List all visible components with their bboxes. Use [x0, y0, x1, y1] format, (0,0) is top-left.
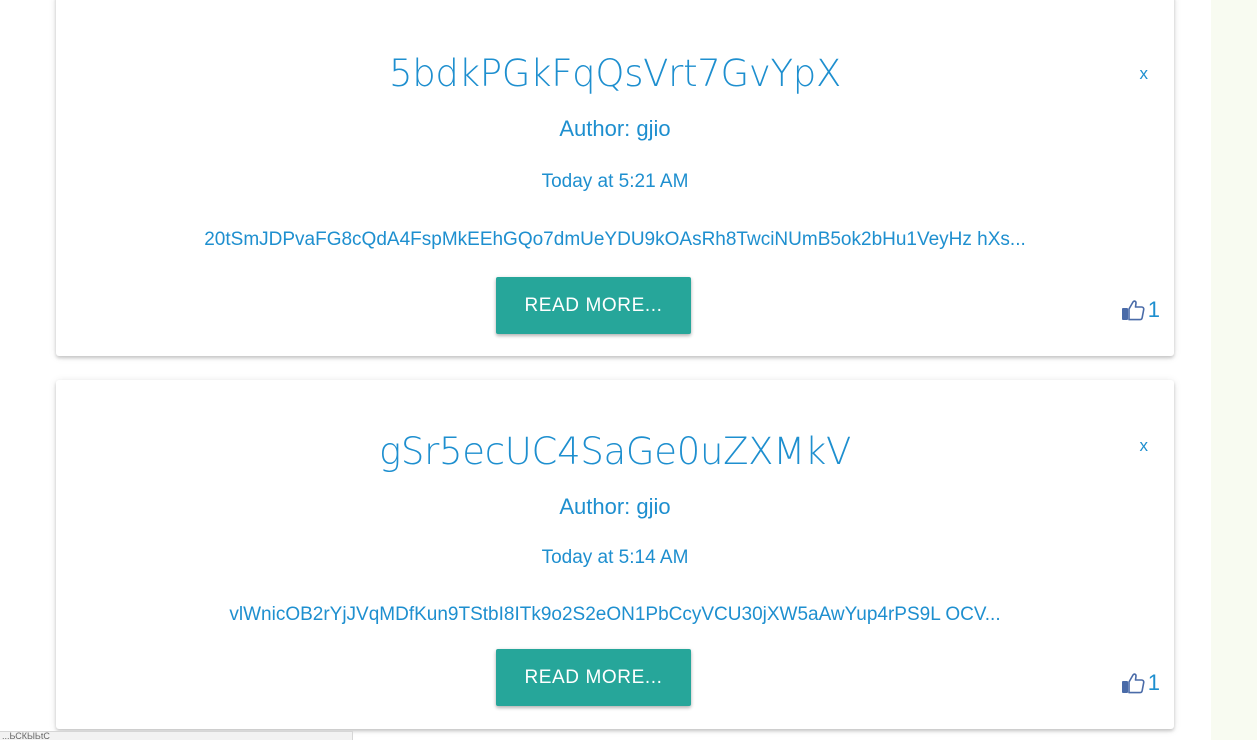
- thumbs-up-icon: [1121, 299, 1145, 321]
- delete-post-button[interactable]: x: [1140, 64, 1149, 84]
- like-count: 1: [1147, 670, 1160, 695]
- post-date: Today at 5:14 AM: [541, 547, 689, 568]
- like-button[interactable]: 1: [1121, 670, 1160, 696]
- post-title[interactable]: 5bdkPGkFqQsVrt7GvYpX: [56, 52, 1174, 95]
- post-excerpt: 20tSmJDPvaFG8cQdA4FspMkEEhGQo7dmUeYDU9kO…: [204, 229, 1026, 250]
- post-card: gSr5ecUC4SaGe0uZXMkV x Author: gjio Toda…: [56, 380, 1174, 729]
- read-more-button[interactable]: READ MORE...: [496, 277, 691, 334]
- post-author: Author: gjio: [559, 116, 671, 141]
- post-excerpt: vlWnicOB2rYjJVqMDfKun9TStbI8ITk9o2S2eON1…: [229, 604, 1001, 625]
- status-bar-url: ...ЬСКЫЬtC: [2, 731, 50, 740]
- read-more-button[interactable]: READ MORE...: [496, 649, 691, 706]
- post-card: 5bdkPGkFqQsVrt7GvYpX x Author: gjio Toda…: [56, 0, 1174, 356]
- post-title[interactable]: gSr5ecUC4SaGe0uZXMkV: [56, 430, 1174, 473]
- browser-status-bar: ...ЬСКЫЬtC: [0, 731, 353, 740]
- like-count: 1: [1147, 297, 1160, 322]
- post-author: Author: gjio: [559, 494, 671, 519]
- thumbs-up-icon: [1121, 672, 1145, 694]
- delete-post-button[interactable]: x: [1140, 436, 1149, 456]
- page: 5bdkPGkFqQsVrt7GvYpX x Author: gjio Toda…: [0, 0, 1257, 740]
- post-date: Today at 5:21 AM: [541, 171, 689, 192]
- like-button[interactable]: 1: [1121, 297, 1160, 323]
